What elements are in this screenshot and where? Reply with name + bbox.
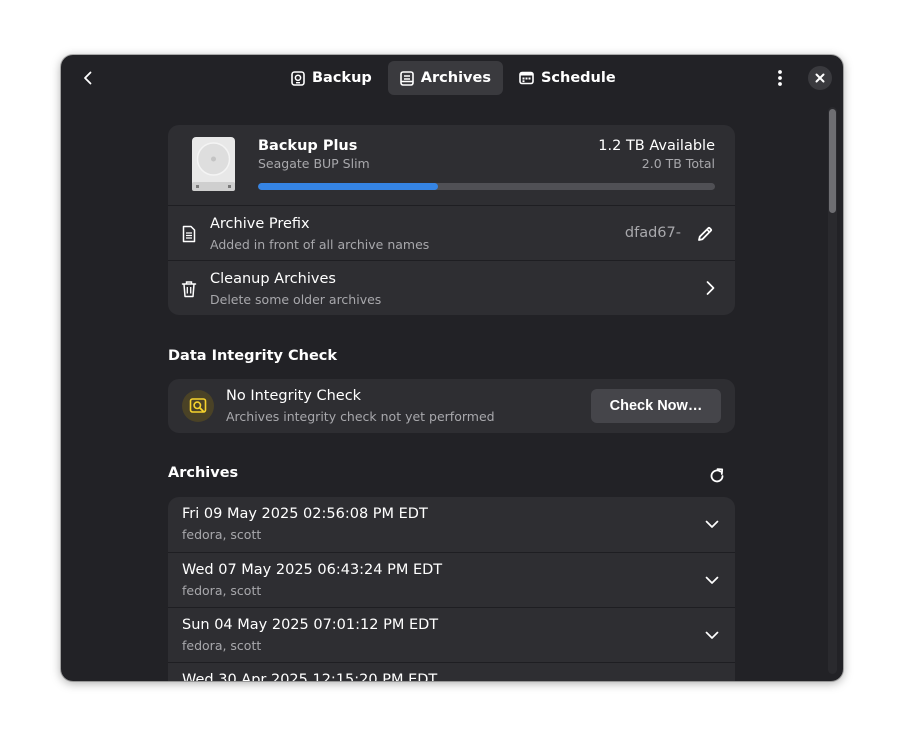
archive-item[interactable]: Wed 30 Apr 2025 12:15:20 PM EDT: [168, 662, 735, 681]
chevron-right-icon: [706, 281, 715, 295]
cleanup-archives-title: Cleanup Archives: [210, 271, 336, 287]
integrity-section-title: Data Integrity Check: [168, 348, 338, 364]
archive-prefix-value: dfad67-: [624, 225, 681, 241]
refresh-icon[interactable]: [707, 466, 727, 486]
archive-date: Fri 09 May 2025 02:56:08 PM EDT: [182, 506, 428, 522]
archive-prefix-title: Archive Prefix: [210, 216, 310, 232]
close-button[interactable]: [808, 66, 832, 90]
chevron-down-icon[interactable]: [703, 626, 721, 644]
integrity-card: No Integrity Check Archives integrity ch…: [168, 379, 735, 433]
drive-row: Backup Plus Seagate BUP Slim 1.2 TB Avai…: [168, 125, 735, 205]
check-now-button[interactable]: Check Now…: [591, 389, 721, 423]
repository-card: Backup Plus Seagate BUP Slim 1.2 TB Avai…: [168, 125, 735, 315]
drive-icon: [291, 70, 305, 86]
drive-available: 1.2 TB Available: [598, 138, 715, 154]
archive-info: fedora, scott: [182, 638, 262, 653]
archive-info: fedora, scott: [182, 527, 262, 542]
trash-icon: [181, 281, 197, 298]
kebab-menu-icon: [778, 70, 782, 86]
search-warning-icon: [189, 398, 207, 413]
pencil-icon[interactable]: [695, 224, 715, 244]
archive-item[interactable]: Fri 09 May 2025 02:56:08 PM EDT fedora, …: [168, 497, 735, 552]
integrity-status-subtitle: Archives integrity check not yet perform…: [226, 409, 495, 424]
tab-schedule[interactable]: Schedule: [507, 61, 628, 95]
hard-drive-icon: [192, 137, 235, 191]
archives-header: Archives: [168, 465, 735, 487]
tab-archives[interactable]: Archives: [387, 61, 503, 95]
tab-backup[interactable]: Backup: [279, 61, 384, 95]
archives-page: Backup Plus Seagate BUP Slim 1.2 TB Avai…: [168, 125, 735, 681]
tab-archives-label: Archives: [420, 70, 491, 86]
drive-model: Seagate BUP Slim: [258, 156, 370, 171]
archive-icon: [399, 70, 414, 86]
archive-prefix-subtitle: Added in front of all archive names: [210, 237, 430, 252]
archive-date: Wed 30 Apr 2025 12:15:20 PM EDT: [182, 672, 438, 681]
scrollbar[interactable]: [828, 107, 837, 674]
chevron-left-icon: [84, 71, 92, 85]
storage-usage-bar: [258, 183, 715, 190]
app-window: Backup Archives Schedule Backup Plus Sea…: [61, 55, 843, 681]
archive-date: Sun 04 May 2025 07:01:12 PM EDT: [182, 617, 439, 633]
integrity-status-badge: [182, 390, 214, 422]
main-menu-button[interactable]: [765, 63, 795, 93]
calendar-icon: [519, 71, 534, 85]
archive-item[interactable]: Wed 07 May 2025 06:43:24 PM EDT fedora, …: [168, 552, 735, 607]
integrity-row: No Integrity Check Archives integrity ch…: [168, 379, 735, 433]
archive-date: Wed 07 May 2025 06:43:24 PM EDT: [182, 562, 443, 578]
integrity-status-title: No Integrity Check: [226, 388, 362, 404]
view-switcher: Backup Archives Schedule: [279, 61, 628, 95]
back-button[interactable]: [73, 63, 103, 93]
close-icon: [815, 73, 825, 83]
tab-schedule-label: Schedule: [540, 70, 616, 86]
drive-name: Backup Plus: [258, 138, 358, 154]
archives-list: Fri 09 May 2025 02:56:08 PM EDT fedora, …: [168, 497, 735, 681]
document-icon: [182, 225, 196, 243]
chevron-down-icon[interactable]: [703, 515, 721, 533]
cleanup-archives-row[interactable]: Cleanup Archives Delete some older archi…: [168, 260, 735, 315]
drive-total: 2.0 TB Total: [641, 156, 715, 171]
cleanup-archives-subtitle: Delete some older archives: [210, 292, 382, 307]
header-bar: Backup Archives Schedule: [61, 55, 843, 101]
archive-prefix-row: Archive Prefix Added in front of all arc…: [168, 205, 735, 260]
archive-item[interactable]: Sun 04 May 2025 07:01:12 PM EDT fedora, …: [168, 607, 735, 662]
storage-usage-fill: [258, 183, 439, 190]
scrollbar-thumb[interactable]: [829, 109, 836, 213]
archives-section-title: Archives: [168, 465, 239, 481]
tab-backup-label: Backup: [312, 70, 372, 86]
archive-info: fedora, scott: [182, 583, 262, 598]
chevron-down-icon[interactable]: [703, 571, 721, 589]
